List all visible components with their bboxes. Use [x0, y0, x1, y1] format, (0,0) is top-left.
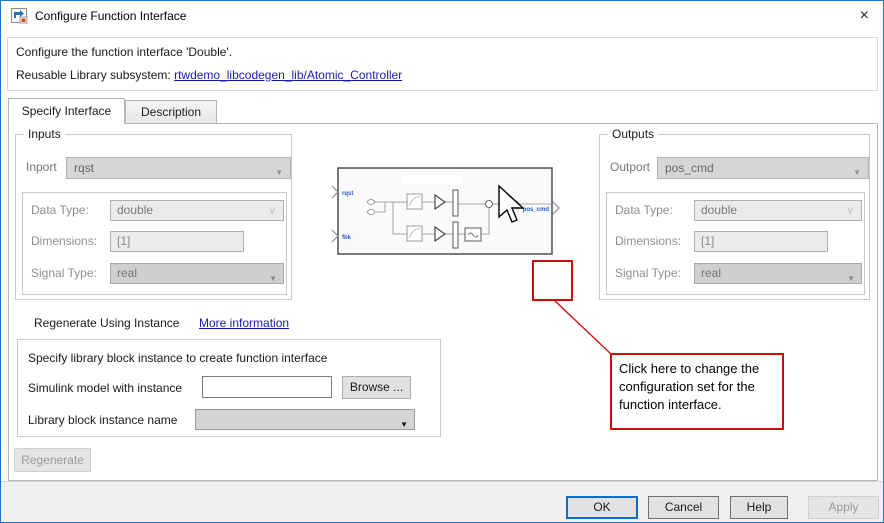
tab-specify-interface[interactable]: Specify Interface: [8, 98, 125, 124]
outport-dropdown[interactable]: pos_cmd ▼: [657, 157, 869, 179]
input-signal-type-dropdown[interactable]: real ▼: [110, 263, 284, 284]
combo-chevron-icon: ∨: [269, 202, 276, 221]
cancel-button[interactable]: Cancel: [648, 496, 719, 519]
output-data-type-label: Data Type:: [615, 203, 673, 217]
input-data-type-combo[interactable]: double ∨: [110, 200, 284, 221]
output-dimensions-field[interactable]: [1]: [694, 231, 828, 252]
output-signal-type-dropdown[interactable]: real ▼: [694, 263, 862, 284]
input-data-type-label: Data Type:: [31, 203, 89, 217]
instance-name-label: Library block instance name: [28, 413, 177, 427]
model-with-instance-label: Simulink model with instance: [28, 381, 182, 395]
tab-description[interactable]: Description: [125, 100, 217, 124]
header-panel: Configure the function interface 'Double…: [7, 37, 878, 91]
instance-box-heading: Specify library block instance to create…: [28, 351, 327, 365]
apply-button[interactable]: Apply: [808, 496, 879, 519]
outport-value: pos_cmd: [665, 161, 714, 175]
output-data-type-combo[interactable]: double ∨: [694, 200, 862, 221]
output-signal-type-value: real: [701, 266, 721, 280]
inport-label: Inport: [26, 160, 57, 174]
input-data-type-value: double: [117, 203, 153, 217]
diagram-port-pos-cmd: pos_cmd: [523, 207, 550, 213]
ok-button[interactable]: OK: [566, 496, 638, 519]
diagram-port-rqst: rqst: [342, 191, 353, 197]
subsystem-link[interactable]: rtwdemo_libcodegen_lib/Atomic_Controller: [174, 68, 402, 82]
callout-connector-line: [551, 298, 615, 358]
instance-groupbox: Specify library block instance to create…: [17, 339, 441, 437]
regenerate-button[interactable]: Regenerate: [14, 448, 91, 472]
subsystem-line: Reusable Library subsystem: rtwdemo_libc…: [16, 68, 402, 82]
subsystem-diagram: rqst fbk pos_cmd: [331, 164, 561, 259]
browse-button[interactable]: Browse ...: [342, 376, 411, 399]
input-dimensions-label: Dimensions:: [31, 234, 97, 248]
dialog-description: Configure the function interface 'Double…: [16, 45, 232, 59]
instance-name-dropdown[interactable]: ▼: [195, 409, 415, 430]
window-title: Configure Function Interface: [35, 9, 186, 23]
outputs-attrs-box: Data Type: double ∨ Dimensions: [1] Sign…: [606, 192, 865, 295]
input-signal-type-value: real: [117, 266, 137, 280]
simulink-dialog-icon: [11, 8, 29, 24]
help-button[interactable]: Help: [730, 496, 788, 519]
inputs-group-title: Inputs: [24, 127, 65, 141]
inport-dropdown[interactable]: rqst ▼: [66, 157, 291, 179]
close-icon[interactable]: ×: [860, 6, 869, 26]
inputs-groupbox: Inputs Inport rqst ▼ Data Type: double ∨…: [15, 134, 292, 300]
diagram-port-fbk: fbk: [342, 235, 352, 241]
regenerate-checkbox-label: Regenerate Using Instance: [34, 316, 179, 330]
dropdown-arrow-icon: ▼: [400, 415, 408, 434]
more-information-link[interactable]: More information: [199, 316, 289, 330]
input-dimensions-field[interactable]: [1]: [110, 231, 244, 252]
input-signal-type-label: Signal Type:: [31, 266, 97, 280]
output-dimensions-label: Dimensions:: [615, 234, 681, 248]
output-signal-type-label: Signal Type:: [615, 266, 681, 280]
title-bar: Configure Function Interface ×: [1, 1, 883, 31]
dropdown-arrow-icon: ▼: [847, 269, 855, 288]
callout-highlight-rect: [532, 260, 573, 301]
output-data-type-value: double: [701, 203, 737, 217]
dropdown-arrow-icon: ▼: [269, 269, 277, 288]
outputs-group-title: Outputs: [608, 127, 658, 141]
callout-annotation: Click here to change the configuration s…: [610, 353, 784, 430]
dropdown-arrow-icon: ▼: [275, 163, 283, 183]
inport-value: rqst: [74, 161, 94, 175]
dropdown-arrow-icon: ▼: [853, 163, 861, 183]
combo-chevron-icon: ∨: [847, 202, 854, 221]
outport-label: Outport: [610, 160, 650, 174]
outputs-groupbox: Outputs Outport pos_cmd ▼ Data Type: dou…: [599, 134, 870, 300]
model-with-instance-input[interactable]: [202, 376, 332, 398]
configure-function-interface-dialog: Configure Function Interface × Configure…: [0, 0, 884, 523]
inputs-attrs-box: Data Type: double ∨ Dimensions: [1] Sign…: [22, 192, 287, 295]
subsystem-label: Reusable Library subsystem:: [16, 68, 171, 82]
